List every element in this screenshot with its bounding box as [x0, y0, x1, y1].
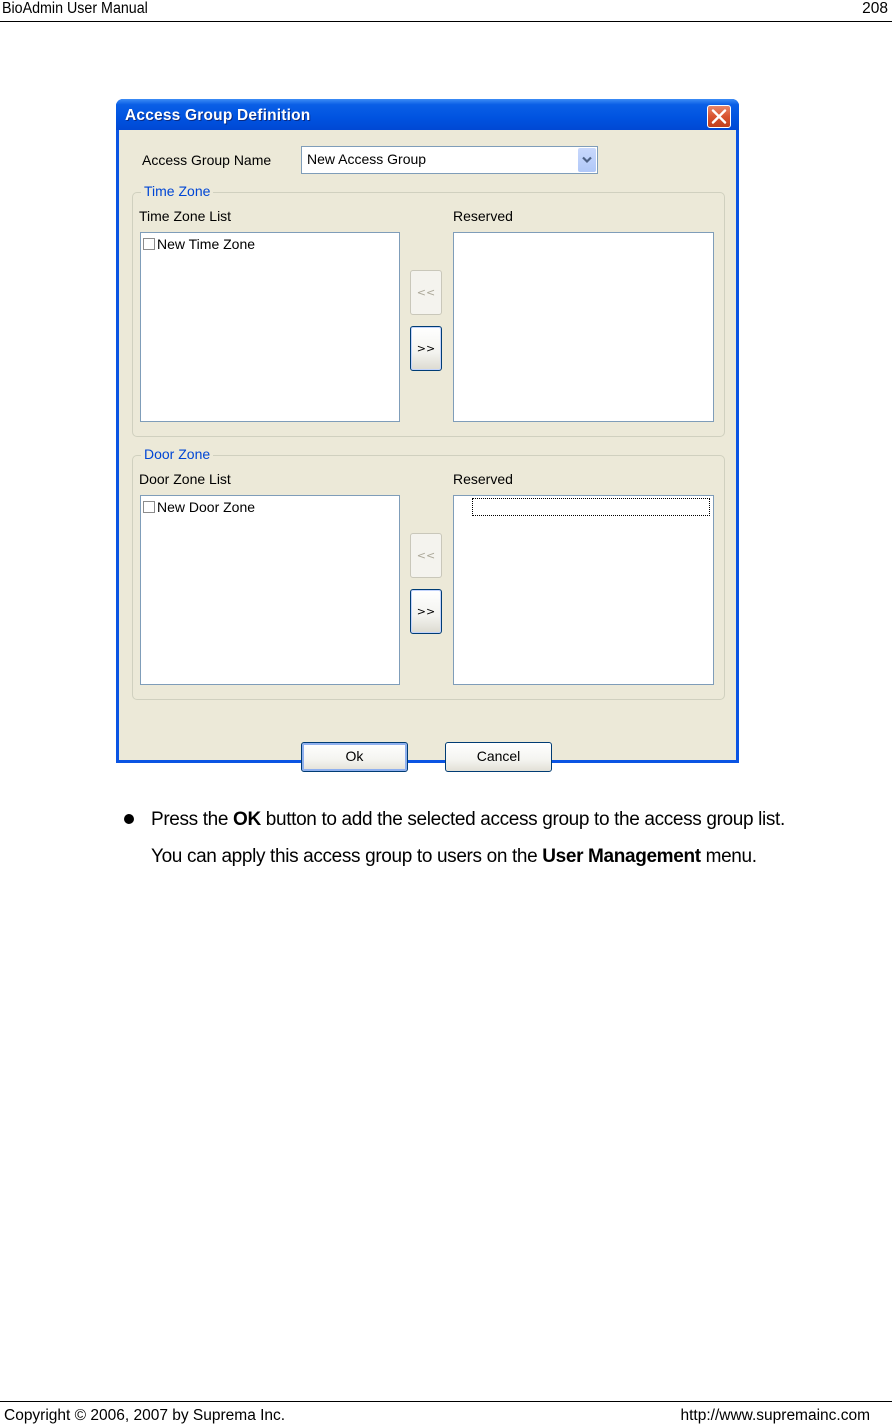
- page-number: 208: [862, 0, 888, 17]
- bullet-icon: [124, 814, 134, 824]
- checkbox[interactable]: [143, 501, 155, 513]
- door-zone-reserved-label: Reserved: [453, 471, 513, 487]
- title-bar[interactable]: Access Group Definition: [116, 99, 739, 130]
- time-zone-legend: Time Zone: [141, 183, 214, 199]
- time-zone-listbox[interactable]: New Time Zone: [140, 232, 400, 422]
- door-zone-group: Door Zone Door Zone List Reserved New Do…: [132, 446, 725, 700]
- close-button[interactable]: [707, 105, 731, 128]
- list-item[interactable]: New Door Zone: [143, 499, 255, 515]
- dialog-client-area: Access Group Name New Access Group Time …: [119, 130, 736, 772]
- access-group-name-value: New Access Group: [307, 151, 427, 167]
- ok-button[interactable]: Ok: [301, 742, 408, 772]
- bold-text: User Management: [542, 846, 701, 867]
- checkbox[interactable]: [143, 238, 155, 250]
- time-zone-reserved-listbox[interactable]: [453, 232, 714, 422]
- time-zone-reserved-label: Reserved: [453, 208, 513, 224]
- instruction-line-1: Press the OK button to add the selected …: [151, 809, 785, 831]
- instruction-line-2: You can apply this access group to users…: [151, 846, 757, 868]
- text: button to add the selected access group …: [260, 809, 785, 830]
- website-url[interactable]: http://www.supremainc.com: [680, 1407, 870, 1425]
- manual-title: BioAdmin User Manual: [2, 0, 148, 17]
- close-icon: [711, 109, 727, 124]
- text: menu.: [700, 846, 757, 867]
- dialog-title: Access Group Definition: [125, 107, 311, 124]
- access-group-name-label: Access Group Name: [142, 152, 272, 168]
- door-zone-remove-button[interactable]: <<: [410, 533, 442, 578]
- list-item[interactable]: New Time Zone: [143, 236, 255, 252]
- door-zone-legend: Door Zone: [141, 446, 214, 462]
- page-header: BioAdmin User Manual 208: [0, 0, 892, 22]
- list-item-label: New Time Zone: [157, 236, 256, 252]
- list-item-label: New Door Zone: [157, 499, 256, 515]
- door-zone-list-label: Door Zone List: [139, 471, 231, 487]
- time-zone-remove-button[interactable]: <<: [410, 270, 442, 315]
- cancel-button[interactable]: Cancel: [445, 742, 552, 772]
- door-zone-reserved-listbox[interactable]: [453, 495, 714, 685]
- door-zone-add-button[interactable]: >>: [410, 589, 442, 634]
- focus-rectangle: [472, 498, 710, 516]
- dropdown-button[interactable]: [578, 148, 596, 172]
- time-zone-add-button[interactable]: >>: [410, 326, 442, 371]
- door-zone-listbox[interactable]: New Door Zone: [140, 495, 400, 685]
- text: You can apply this access group to users…: [151, 846, 543, 867]
- bold-text: OK: [233, 809, 261, 830]
- time-zone-group: Time Zone Time Zone List Reserved New Ti…: [132, 183, 725, 437]
- copyright: Copyright © 2006, 2007 by Suprema Inc.: [4, 1407, 286, 1424]
- chevron-down-icon: [582, 156, 592, 164]
- text: Press the: [151, 809, 234, 830]
- time-zone-list-label: Time Zone List: [139, 208, 232, 224]
- page-footer: Copyright © 2006, 2007 by Suprema Inc. h…: [0, 1401, 892, 1427]
- access-group-definition-dialog: Access Group Definition Access Group Nam…: [116, 99, 739, 772]
- access-group-name-combobox[interactable]: New Access Group: [301, 146, 598, 174]
